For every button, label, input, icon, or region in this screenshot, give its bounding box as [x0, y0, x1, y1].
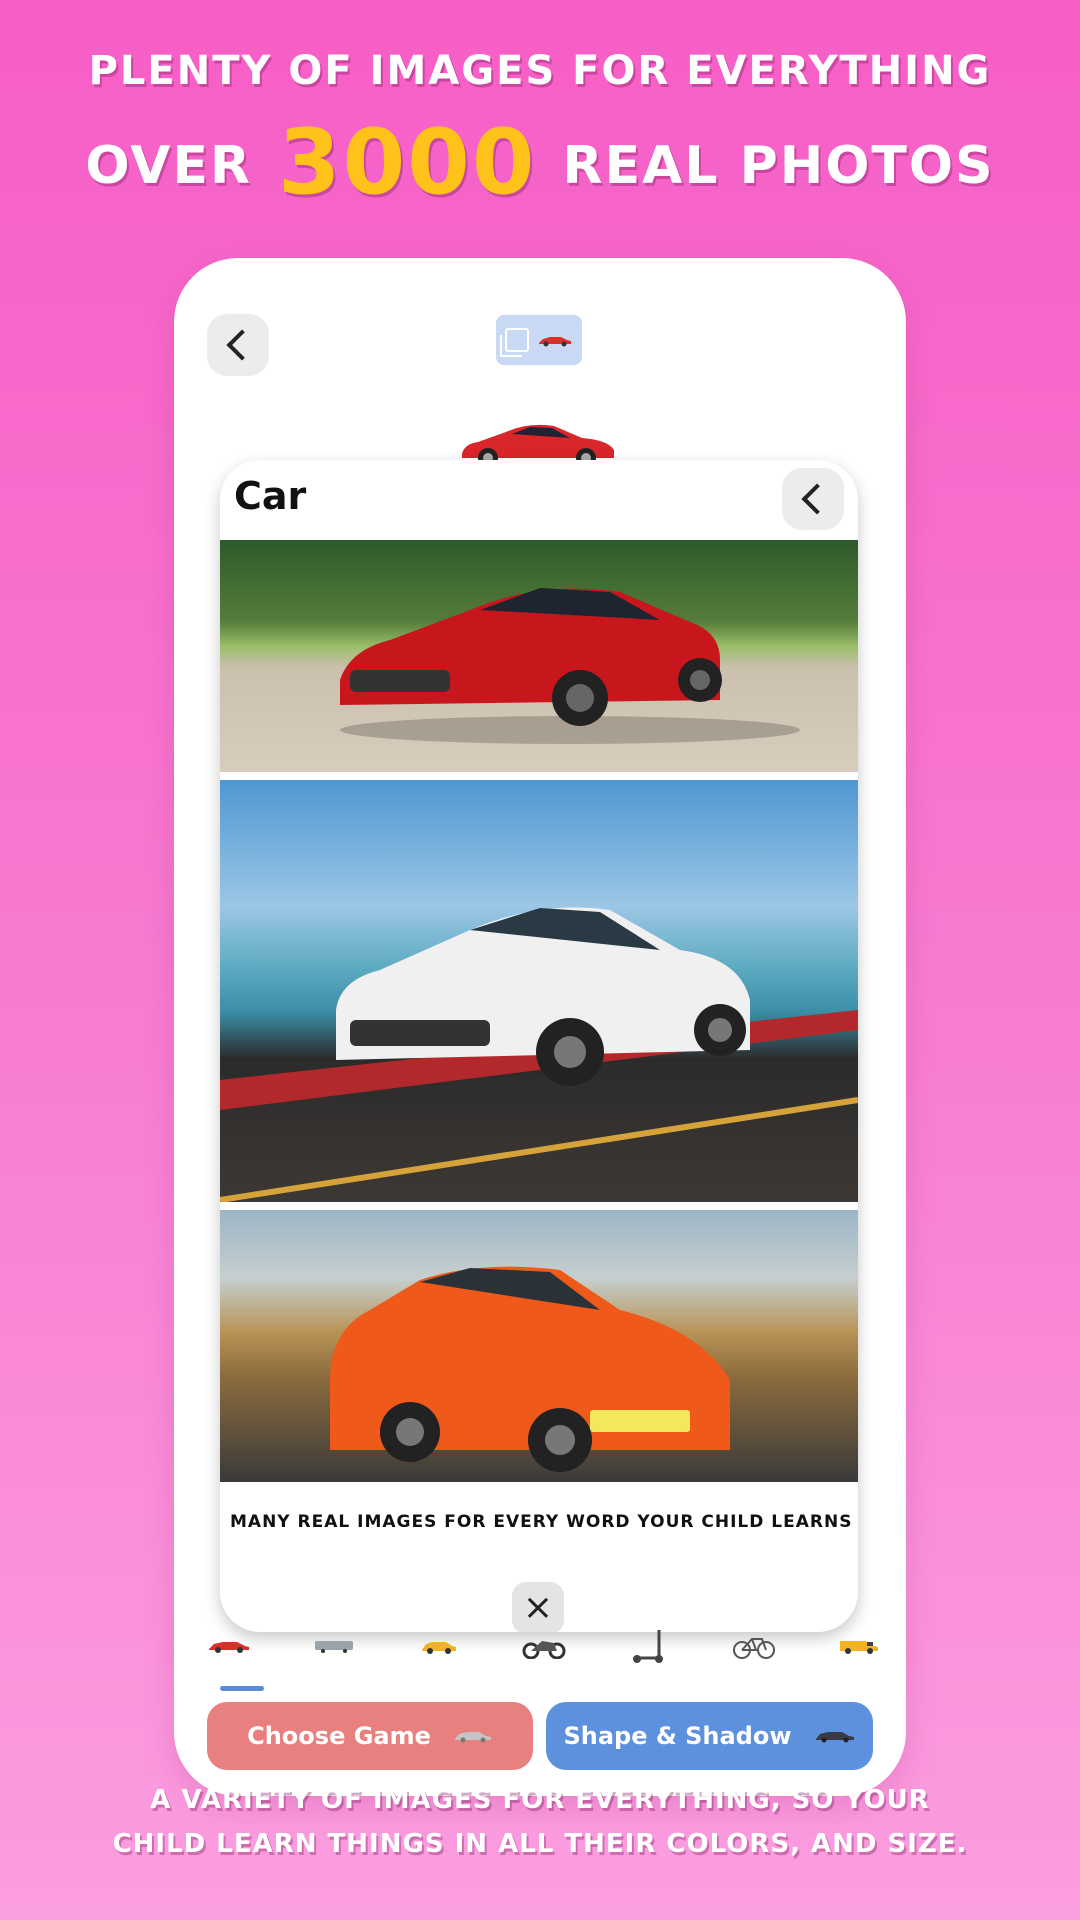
taxi-icon[interactable]: [414, 1628, 464, 1664]
card-back-button[interactable]: [782, 468, 844, 530]
gallery-toggle-button[interactable]: [496, 315, 582, 365]
selected-indicator: [220, 1686, 264, 1691]
car-photo-orange: [220, 1210, 858, 1482]
choose-game-button[interactable]: Choose Game: [207, 1702, 533, 1770]
car-icon[interactable]: [204, 1628, 254, 1664]
card-title: Car: [234, 474, 307, 518]
shape-shadow-button[interactable]: Shape & Shadow: [546, 1702, 873, 1770]
close-icon: ×: [522, 1587, 554, 1628]
caption-line-1: A VARIETY OF IMAGES FOR EVERYTHING, SO Y…: [150, 1785, 930, 1815]
shape-shadow-label: Shape & Shadow: [563, 1722, 792, 1750]
bicycle-icon[interactable]: [729, 1628, 779, 1664]
back-button[interactable]: [207, 314, 269, 376]
motorcycle-icon[interactable]: [519, 1628, 569, 1664]
car-icon: [454, 1732, 491, 1743]
vehicle-strip: [204, 1626, 884, 1666]
image-gallery-card: Car MANY REAL IMAGES FOR EVERY WORD YOUR…: [220, 460, 858, 1632]
car-silhouette-icon: [815, 1732, 854, 1743]
caption-line-2: CHILD LEARN THINGS IN ALL THEIR COLORS, …: [112, 1829, 968, 1859]
car-photo-red: [220, 540, 858, 772]
promo-caption: A VARIETY OF IMAGES FOR EVERYTHING, SO Y…: [0, 1778, 1080, 1866]
promo-headline: PLENTY OF IMAGES FOR EVERYTHING: [88, 48, 992, 94]
close-button[interactable]: ×: [512, 1582, 564, 1632]
phone-screen: Car MANY REAL IMAGES FOR EVERY WORD YOUR…: [174, 258, 906, 1796]
chevron-left-icon: [226, 329, 258, 361]
van-icon[interactable]: [834, 1628, 884, 1664]
card-caption: MANY REAL IMAGES FOR EVERY WORD YOUR CHI…: [230, 1512, 853, 1532]
scooter-icon[interactable]: [624, 1628, 674, 1664]
chevron-left-icon: [801, 483, 833, 515]
headline-prefix: OVER: [85, 136, 253, 196]
car-photo-white: [220, 780, 858, 1202]
headline-number: 3000: [278, 110, 537, 215]
car-icon: [539, 337, 571, 347]
bus-icon[interactable]: [309, 1628, 359, 1664]
headline-suffix: REAL PHOTOS: [562, 136, 995, 196]
choose-game-label: Choose Game: [247, 1722, 431, 1750]
gallery-icon: [500, 328, 529, 357]
promo-subheadline: OVER 3000 REAL PHOTOS: [0, 110, 1080, 215]
